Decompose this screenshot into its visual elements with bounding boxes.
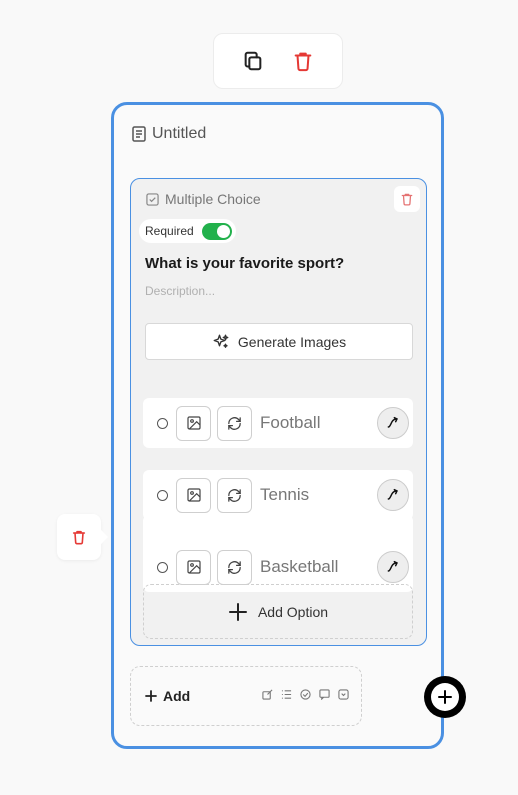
add-block-bar: Add <box>130 666 362 726</box>
list-icon[interactable] <box>281 689 292 700</box>
generate-images-label: Generate Images <box>237 333 347 350</box>
option-label[interactable]: Tennis <box>260 485 377 505</box>
option-regenerate-button[interactable] <box>217 549 252 585</box>
plus-icon <box>431 683 459 711</box>
add-block-fab[interactable] <box>424 676 466 718</box>
branch-icon <box>387 416 398 428</box>
option-branch-button[interactable] <box>377 479 409 511</box>
image-icon <box>186 416 201 430</box>
required-toggle[interactable] <box>201 222 232 240</box>
refresh-icon <box>228 488 241 502</box>
image-icon <box>186 560 201 574</box>
option-label[interactable]: Basketball <box>260 557 377 577</box>
option-image-button[interactable] <box>176 405 211 441</box>
delete-question-button[interactable] <box>394 186 420 212</box>
option-label[interactable]: Football <box>260 413 377 433</box>
duplicate-button[interactable] <box>235 43 271 79</box>
required-toggle-group: Required <box>139 219 236 243</box>
form-card: Untitled Multiple Choice Required What i… <box>111 102 444 749</box>
option-branch-button[interactable] <box>377 407 409 439</box>
add-option-button[interactable]: Add Option <box>143 584 413 639</box>
question-type: Multiple Choice <box>146 191 261 207</box>
add-block-button[interactable]: Add <box>145 688 190 704</box>
delete-block-button[interactable] <box>285 43 321 79</box>
block-type-icons <box>262 689 349 700</box>
side-delete-button[interactable] <box>57 514 101 560</box>
checkbox-icon <box>146 192 159 206</box>
trash-icon <box>294 52 312 72</box>
trash-icon <box>401 193 413 206</box>
option-radio[interactable] <box>157 561 168 573</box>
add-block-label: Add <box>163 688 191 704</box>
option-image-button[interactable] <box>176 549 211 585</box>
option-regenerate-button[interactable] <box>217 477 252 513</box>
trash-icon <box>72 530 86 545</box>
comment-icon[interactable] <box>319 689 330 700</box>
option-row[interactable]: Football <box>143 398 413 448</box>
required-label: Required <box>145 224 194 238</box>
option-regenerate-button[interactable] <box>217 405 252 441</box>
plus-icon <box>145 690 157 702</box>
add-option-label: Add Option <box>257 603 329 620</box>
edit-icon[interactable] <box>262 689 273 700</box>
question-text[interactable]: What is your favorite sport? <box>145 255 344 272</box>
dropdown-icon[interactable] <box>338 689 349 700</box>
copy-icon <box>244 51 262 71</box>
sparkles-icon <box>213 334 229 348</box>
generate-images-button[interactable]: Generate Images <box>145 323 413 360</box>
refresh-icon <box>228 416 241 430</box>
option-radio[interactable] <box>157 417 168 429</box>
block-toolbar <box>213 33 343 89</box>
option-branch-button[interactable] <box>377 551 409 583</box>
question-block[interactable]: Multiple Choice Required What is your fa… <box>130 178 427 646</box>
image-icon <box>186 488 201 502</box>
branch-icon <box>387 488 398 500</box>
option-radio[interactable] <box>157 489 168 501</box>
plus-icon <box>228 602 247 621</box>
branch-icon <box>387 560 398 572</box>
card-title[interactable]: Untitled <box>132 125 206 143</box>
option-image-button[interactable] <box>176 477 211 513</box>
check-circle-icon[interactable] <box>300 689 311 700</box>
card-title-text: Untitled <box>152 125 207 142</box>
document-icon <box>132 126 146 142</box>
option-row[interactable]: Tennis <box>143 470 413 520</box>
question-type-label: Multiple Choice <box>165 191 261 207</box>
refresh-icon <box>228 560 241 574</box>
description-field[interactable]: Description... <box>145 284 215 298</box>
